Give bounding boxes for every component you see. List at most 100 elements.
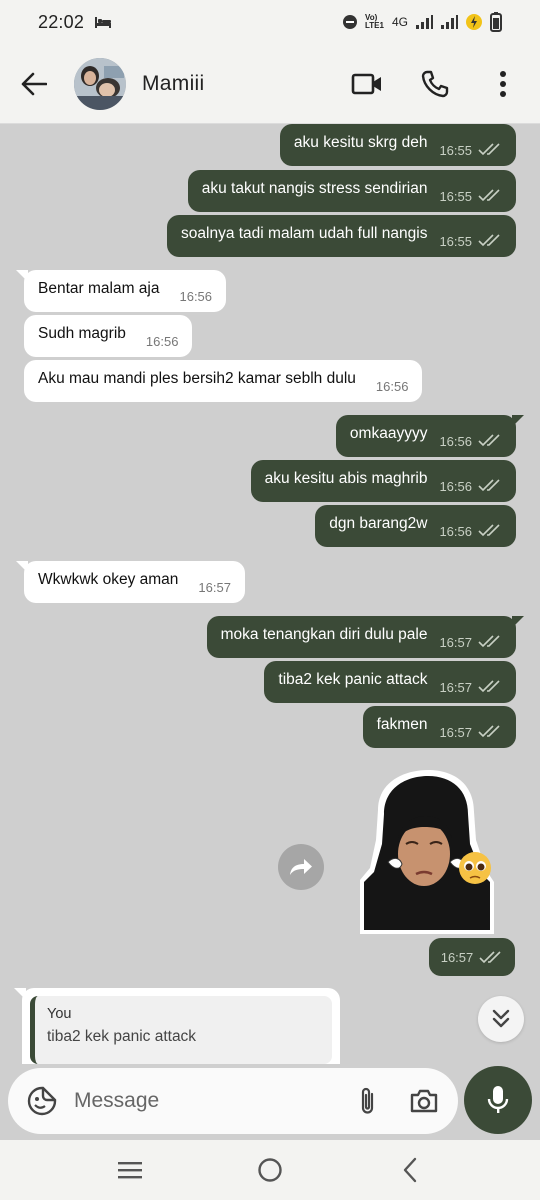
battery-icon xyxy=(490,12,502,32)
message-time: 16:55 xyxy=(439,233,472,249)
system-back-button[interactable] xyxy=(386,1146,434,1194)
network-type-label: 4G xyxy=(391,15,408,29)
message-input[interactable] xyxy=(74,1081,348,1121)
do-not-disturb-icon xyxy=(342,14,358,30)
message-bubble-outgoing[interactable]: moka tenangkan diri dulu pale 16:57 xyxy=(206,616,525,658)
phone-icon xyxy=(421,70,449,97)
message-composer xyxy=(8,1068,458,1134)
message-text: Bentar malam aja xyxy=(38,280,160,297)
camera-button[interactable] xyxy=(404,1081,444,1121)
message-text: aku takut nangis stress sendirian xyxy=(201,180,428,197)
message-time: 16:57 xyxy=(440,949,474,965)
message-bubble-outgoing[interactable]: aku kesitu skrg deh 16:55 xyxy=(279,124,516,166)
message-bubble-outgoing[interactable]: tiba2 kek panic attack 16:57 xyxy=(264,661,516,703)
forward-arrow-icon xyxy=(290,859,312,875)
message-bubble-incoming[interactable]: Sudh magrib 16:56 xyxy=(24,315,193,357)
message-bubble-outgoing[interactable]: soalnya tadi malam udah full nangis 16:5… xyxy=(167,215,516,257)
camera-icon xyxy=(410,1089,438,1113)
message-time: 16:56 xyxy=(439,433,472,449)
message-time: 16:57 xyxy=(439,724,472,740)
video-call-button[interactable] xyxy=(346,63,388,105)
message-bubble-outgoing[interactable]: dgn barang2w 16:56 xyxy=(315,505,516,547)
contact-name[interactable]: Mamiii xyxy=(142,72,204,96)
message-bubble-incoming[interactable]: Aku mau mandi ples bersih2 kamar seblh d… xyxy=(24,360,423,402)
message-text: aku kesitu skrg deh xyxy=(293,134,428,151)
forward-button[interactable] xyxy=(278,844,324,890)
attach-button[interactable] xyxy=(348,1081,388,1121)
double-check-icon xyxy=(478,188,502,202)
message-text: tiba2 kek panic attack xyxy=(278,671,428,688)
double-check-icon xyxy=(478,724,502,738)
system-nav-bar xyxy=(0,1140,540,1200)
paperclip-icon xyxy=(361,1087,374,1114)
back-button[interactable] xyxy=(14,64,54,104)
home-button[interactable] xyxy=(246,1146,294,1194)
quoted-reply-bubble[interactable]: You tiba2 kek panic attack xyxy=(14,988,340,1064)
status-time: 22:02 xyxy=(38,11,85,32)
double-check-icon xyxy=(478,634,502,648)
message-text: Sudh magrib xyxy=(38,325,126,342)
sticker-button[interactable] xyxy=(22,1081,62,1121)
message-bubble-outgoing[interactable]: omkaayyyy 16:56 xyxy=(335,415,525,457)
message-text: soalnya tadi malam udah full nangis xyxy=(181,225,428,242)
back-arrow-icon xyxy=(21,72,47,95)
message-text: moka tenangkan diri dulu pale xyxy=(220,626,428,643)
signal-2-icon xyxy=(440,14,458,30)
double-check-icon xyxy=(479,950,503,964)
message-text: dgn barang2w xyxy=(329,515,428,532)
signal-icon xyxy=(415,14,433,30)
message-time: 16:56 xyxy=(179,288,213,304)
avatar-photo xyxy=(74,57,126,110)
double-check-icon xyxy=(478,142,502,156)
quoted-message[interactable]: You tiba2 kek panic attack xyxy=(30,996,332,1064)
chevron-left-icon xyxy=(403,1157,417,1183)
recent-apps-button[interactable] xyxy=(106,1146,154,1194)
quoted-text: tiba2 kek panic attack xyxy=(47,1028,197,1045)
status-bar: 22:02 Vo) LTE1 4G xyxy=(0,0,540,44)
sticker-image[interactable] xyxy=(358,770,496,934)
sticker-time-chip[interactable]: 16:57 xyxy=(429,938,515,976)
double-check-icon xyxy=(478,478,502,492)
message-time: 16:56 xyxy=(375,378,409,394)
message-time: 16:56 xyxy=(145,333,179,349)
chat-header: Mamiii xyxy=(0,44,540,124)
more-options-button[interactable] xyxy=(482,63,524,105)
message-text: aku kesitu abis maghrib xyxy=(264,470,428,487)
message-time: 16:55 xyxy=(439,142,472,158)
voice-message-button[interactable] xyxy=(464,1066,532,1134)
message-bubble-incoming[interactable]: Wkwkwk okey aman 16:57 xyxy=(16,561,245,603)
message-list[interactable]: aku kesitu skrg deh 16:55 aku takut nang… xyxy=(0,124,540,1064)
message-bubble-outgoing[interactable]: aku takut nangis stress sendirian 16:55 xyxy=(187,170,516,212)
video-call-icon xyxy=(351,73,381,94)
double-chevron-down-icon xyxy=(492,1009,510,1028)
message-bubble-outgoing[interactable]: fakmen 16:57 xyxy=(362,706,516,748)
sticker-girl-hijab xyxy=(360,770,494,934)
more-vert-icon xyxy=(500,70,506,97)
contact-avatar[interactable] xyxy=(74,57,126,110)
home-circle-icon xyxy=(258,1158,282,1182)
message-time: 16:57 xyxy=(439,634,472,650)
scroll-to-bottom-button[interactable] xyxy=(478,996,524,1042)
message-bubble-outgoing[interactable]: aku kesitu abis maghrib 16:56 xyxy=(250,460,516,502)
voice-call-button[interactable] xyxy=(414,63,456,105)
double-check-icon xyxy=(478,433,502,447)
double-check-icon xyxy=(478,233,502,247)
double-check-icon xyxy=(478,523,502,537)
message-time: 16:57 xyxy=(439,679,472,695)
message-bubble-incoming[interactable]: Bentar malam aja 16:56 xyxy=(15,270,227,312)
volte-label: Vo) LTE1 xyxy=(364,13,384,30)
menu-lines-icon xyxy=(118,1162,142,1179)
message-text: fakmen xyxy=(376,716,428,733)
message-text: omkaayyyy xyxy=(349,425,428,442)
sleep-bed-icon xyxy=(94,15,112,29)
data-saver-icon xyxy=(465,13,483,31)
double-check-icon xyxy=(478,679,502,693)
message-time: 16:55 xyxy=(439,188,472,204)
message-text: Aku mau mandi ples bersih2 kamar seblh d… xyxy=(38,370,356,387)
sticker-smiley-icon xyxy=(27,1086,57,1116)
message-time: 16:56 xyxy=(439,523,472,539)
message-time: 16:56 xyxy=(439,478,472,494)
message-text: Wkwkwk okey aman xyxy=(38,571,179,588)
microphone-icon xyxy=(487,1086,509,1113)
quoted-author: You xyxy=(47,1006,72,1022)
